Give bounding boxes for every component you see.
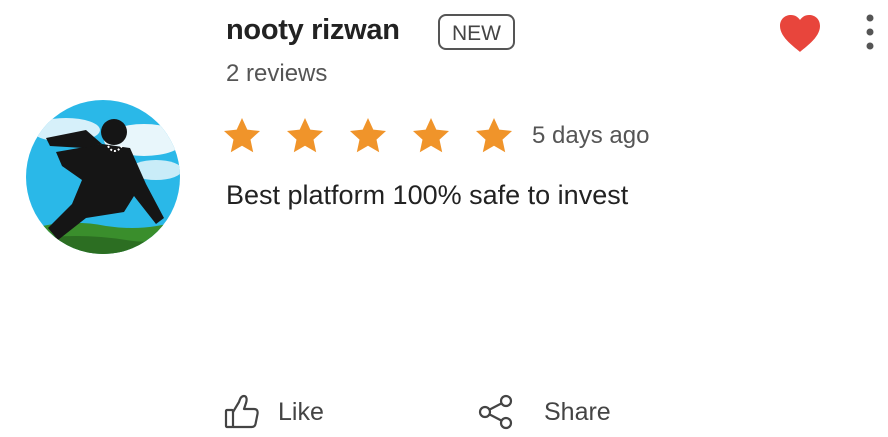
avatar-image xyxy=(26,100,180,254)
like-label: Like xyxy=(278,397,324,426)
new-badge: NEW xyxy=(438,14,515,50)
heart-icon[interactable] xyxy=(778,14,822,54)
share-icon xyxy=(476,392,516,432)
reviewer-name[interactable]: nooty rizwan xyxy=(226,14,400,47)
reviews-count: 2 reviews xyxy=(226,60,328,87)
thumbs-up-icon xyxy=(222,392,262,432)
star-icon xyxy=(413,118,449,153)
review-time: 5 days ago xyxy=(532,122,650,149)
share-button[interactable]: Share xyxy=(476,392,611,432)
review-text: Best platform 100% safe to invest xyxy=(226,180,629,210)
more-vertical-icon[interactable] xyxy=(858,10,882,58)
star-icon xyxy=(224,118,260,153)
share-label: Share xyxy=(544,397,611,426)
star-icon xyxy=(287,118,323,153)
review-card: nooty rizwan NEW 2 reviews 5 days ago Be… xyxy=(0,0,888,435)
like-button[interactable]: Like xyxy=(222,392,324,432)
star-icon xyxy=(350,118,386,153)
star-icon xyxy=(476,118,512,153)
avatar[interactable] xyxy=(26,100,180,254)
star-rating xyxy=(222,116,514,156)
